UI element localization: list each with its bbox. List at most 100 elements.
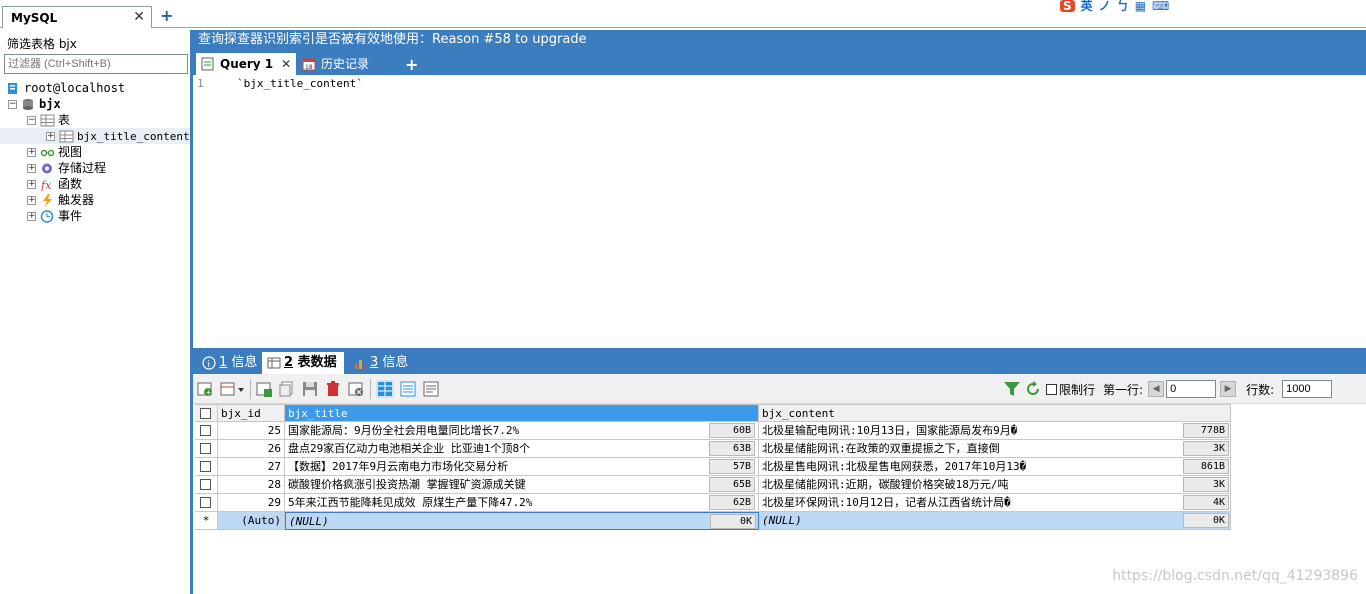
cell-bjx-id[interactable]: 26 [218,440,285,458]
ime-skin-icon[interactable]: ▦ [1135,0,1146,12]
text-view-icon[interactable] [422,380,440,398]
select-all-checkbox[interactable] [200,408,211,419]
column-header-bjx-id[interactable]: bjx_id [218,404,285,422]
cell-bjx-title[interactable]: 盘点29家百亿动力电池相关企业 比亚迪1个顶8个 63B [285,440,759,458]
tab-table-data[interactable]: 2 表数据 [262,352,344,374]
limit-rows-checkbox[interactable] [1046,383,1057,395]
row-checkbox[interactable] [200,497,211,508]
ime-punctuation-icon[interactable]: ノ [1099,0,1111,12]
copy-row-icon[interactable] [278,380,296,398]
close-icon[interactable]: ✕ [133,9,145,25]
size-badge[interactable]: 62B [709,495,755,510]
sql-editor[interactable]: 1 `bjx_title_content` [193,75,1366,348]
ime-language-icon[interactable]: 英 [1081,0,1093,12]
cell-bjx-content[interactable]: 北极星输配电网讯:10月13日，国家能源局发布9月� 778B [759,422,1231,440]
new-query-tab-button[interactable]: + [405,55,418,74]
size-badge[interactable]: 3K [1183,441,1229,456]
size-badge[interactable]: 60B [709,423,755,438]
sql-code[interactable]: `bjx_title_content` [237,77,363,90]
column-header-bjx-title[interactable]: bjx_title [285,404,759,422]
next-page-button[interactable]: ▶ [1220,381,1237,397]
cell-bjx-title[interactable]: 碳酸锂价格疯涨引投资热潮 掌握锂矿资源成关键 65B [285,476,759,494]
cell-bjx-id[interactable]: 29 [218,494,285,512]
row-select-cell[interactable] [195,458,218,476]
cell-bjx-id[interactable]: (Auto) [218,512,285,530]
size-badge[interactable]: 4K [1183,495,1229,510]
tree-database-bjx[interactable]: − bjx [8,96,61,112]
expand-icon[interactable]: + [27,196,36,205]
row-checkbox[interactable] [200,443,211,454]
first-row-input[interactable] [1166,380,1217,398]
size-badge[interactable]: 861B [1183,459,1229,474]
cell-bjx-id[interactable]: 28 [218,476,285,494]
cell-bjx-content[interactable]: 北极星储能网讯:在政策的双重提振之下，直接倒 3K [759,440,1231,458]
tree-triggers-folder[interactable]: + 触发器 [27,192,94,208]
table-filter-input[interactable] [4,54,188,74]
collapse-icon[interactable]: − [8,100,17,109]
sogou-ime-icon[interactable]: S [1060,0,1075,12]
discard-changes-icon[interactable] [347,380,365,398]
tab-result-info-1[interactable]: i 1 信息 [197,352,261,374]
new-connection-tab-button[interactable]: + [160,6,173,25]
expand-icon[interactable]: + [27,148,36,157]
connection-tab-mysql[interactable]: MySQL ✕ [2,6,152,28]
expand-icon[interactable]: + [27,164,36,173]
line-number: 1 [197,77,204,90]
row-select-cell[interactable] [195,476,218,494]
row-checkbox[interactable] [200,479,211,490]
tree-procedures-folder[interactable]: + 存储过程 [27,160,106,176]
grid-view-icon[interactable] [376,380,394,398]
size-badge[interactable]: 0K [710,514,756,529]
form-view-icon[interactable] [399,380,417,398]
size-badge[interactable]: 57B [709,459,755,474]
size-badge[interactable]: 3K [1183,477,1229,492]
tab-result-info-3[interactable]: 3 信息 [348,352,412,374]
cell-bjx-content[interactable]: 北极星储能网讯:近期，碳酸锂价格突破18万元/吨 3K [759,476,1231,494]
expand-icon[interactable]: + [27,180,36,189]
row-select-cell[interactable] [195,494,218,512]
tree-host[interactable]: root@localhost [6,80,125,96]
cell-bjx-title[interactable]: 【数据】2017年9月云南电力市场化交易分析 57B [285,458,759,476]
add-row-icon[interactable] [255,380,273,398]
previous-page-button[interactable]: ◀ [1148,381,1165,397]
cell-bjx-content[interactable]: (NULL) 0K [759,512,1231,530]
tree-table-bjx-title-content[interactable]: + bjx_title_content [0,128,190,144]
row-count-input[interactable] [1282,380,1333,398]
select-all-cell[interactable] [195,404,218,422]
cell-bjx-title[interactable]: 5年来江西节能降耗见成效 原煤生产量下降47.2% 62B [285,494,759,512]
tree-functions-folder[interactable]: + fx 函数 [27,176,82,192]
size-badge[interactable]: 778B [1183,423,1229,438]
cell-bjx-content[interactable]: 北极星售电网讯:北极星售电网获悉，2017年10月13� 861B [759,458,1231,476]
delete-icon[interactable] [324,380,342,398]
size-badge[interactable]: 63B [709,441,755,456]
cell-bjx-id[interactable]: 27 [218,458,285,476]
tree-views-folder[interactable]: + 视图 [27,144,82,160]
save-icon[interactable] [301,380,319,398]
cell-bjx-id[interactable]: 25 [218,422,285,440]
ime-keyboard-icon[interactable]: ⌨ [1152,0,1169,12]
cell-bjx-title[interactable]: 国家能源局：9月份全社会用电量同比增长7.2% 60B [285,422,759,440]
size-badge[interactable]: 0K [1183,513,1229,528]
close-icon[interactable]: ✕ [281,57,291,71]
column-header-bjx-content[interactable]: bjx_content [759,404,1231,422]
expand-icon[interactable]: + [46,132,55,141]
duplicate-row-dropdown-icon[interactable] [219,380,247,398]
insert-row-icon[interactable]: + [196,380,214,398]
tree-events-folder[interactable]: + 事件 [27,208,82,224]
row-select-cell[interactable] [195,440,218,458]
expand-icon[interactable]: + [27,212,36,221]
cell-bjx-title[interactable]: (NULL) 0K [285,512,759,530]
tree-tables-folder[interactable]: − 表 [27,112,70,128]
row-select-cell[interactable] [195,422,218,440]
row-checkbox[interactable] [200,461,211,472]
ime-voice-icon[interactable]: ㄅ [1117,0,1129,12]
tab-history[interactable]: 18 历史记录 [297,53,387,75]
cell-bjx-content[interactable]: 北极星环保网讯:10月12日，记者从江西省统计局� 4K [759,494,1231,512]
filter-funnel-icon[interactable] [1003,380,1021,398]
refresh-icon[interactable] [1024,380,1042,398]
upgrade-hint-bar[interactable]: 查询探查器识别索引是否被有效地使用：Reason #58 to upgrade [193,30,1366,50]
row-checkbox[interactable] [200,425,211,436]
size-badge[interactable]: 65B [709,477,755,492]
tab-query-1[interactable]: Query 1 ✕ [196,53,296,75]
collapse-icon[interactable]: − [27,116,36,125]
